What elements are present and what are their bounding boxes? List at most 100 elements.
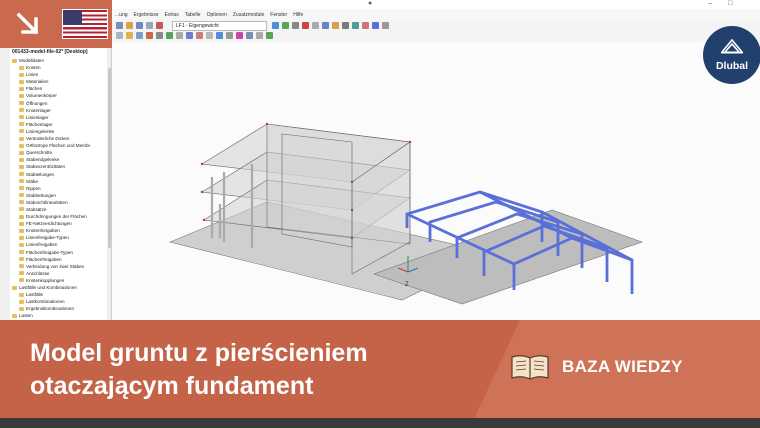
tree-item[interactable]: Stabexzentrizitäten xyxy=(10,163,111,170)
tree-item[interactable]: Knotenkopplungen xyxy=(10,277,111,284)
load-case-select[interactable]: LF1 - Eigengewicht xyxy=(172,21,267,31)
section-icon[interactable] xyxy=(302,22,309,29)
menu-item-results[interactable]: Ergebnisse xyxy=(134,12,159,18)
save-icon[interactable] xyxy=(136,22,143,29)
zoom-icon[interactable] xyxy=(312,22,319,29)
tree-item[interactable]: Flächenfreigaben xyxy=(10,256,111,263)
application-window: ● – □ ...ung Ergebnisse Extras Tabelle O… xyxy=(0,0,760,320)
model-3d-view: Z xyxy=(169,122,643,305)
knowledge-base-tag[interactable]: BAZA WIEDZY xyxy=(510,349,683,385)
tree-item[interactable]: Volumenkörper xyxy=(10,92,111,99)
menu-item-window[interactable]: Fenster xyxy=(270,12,287,18)
tree-item[interactable]: Stabsätze xyxy=(10,206,111,213)
maximize-button[interactable]: □ xyxy=(728,0,732,7)
member-icon[interactable] xyxy=(372,22,379,29)
print-icon[interactable] xyxy=(146,22,153,29)
tree-item[interactable]: Verbindung von zwei Stäben xyxy=(10,263,111,270)
tree-item[interactable]: Knotenfreigaben xyxy=(10,227,111,234)
toolbar-row-1b xyxy=(272,21,389,30)
tree-item[interactable]: Orthotrope Flächen und Membr. xyxy=(10,142,111,149)
tree-group[interactable]: Lastfälle und Kombinationen xyxy=(10,284,111,291)
tree-item[interactable]: Anschlüsse xyxy=(10,270,111,277)
snap-icon[interactable] xyxy=(166,32,173,39)
dimension-icon[interactable] xyxy=(226,32,233,39)
tree-item[interactable]: Öffnungen xyxy=(10,100,111,107)
tree-item[interactable]: Flächenlager xyxy=(10,121,111,128)
view-icon[interactable] xyxy=(292,22,299,29)
tree-item[interactable]: Rippen xyxy=(10,185,111,192)
node-icon[interactable] xyxy=(382,22,389,29)
model-viewport[interactable]: Z xyxy=(112,42,760,320)
tree-item[interactable]: Linienfreigabe-Typen xyxy=(10,234,111,241)
tree-item[interactable]: Knotenlager xyxy=(10,107,111,114)
wire-icon[interactable] xyxy=(246,32,253,39)
results-icon[interactable] xyxy=(282,22,289,29)
knowledge-base-label: BAZA WIEDZY xyxy=(562,357,683,376)
tree-item[interactable]: Linienfreigaben xyxy=(10,241,111,248)
move-icon[interactable] xyxy=(186,32,193,39)
tree-item[interactable]: Stabteilungen xyxy=(10,171,111,178)
open-icon[interactable] xyxy=(126,22,133,29)
tree-item[interactable]: Ergebniskombinationen xyxy=(10,305,111,312)
tree-item-label: Stabbettungen xyxy=(26,192,56,198)
surface-icon[interactable] xyxy=(136,32,143,39)
render-icon[interactable] xyxy=(342,22,349,29)
tree-item[interactable]: Linienlager xyxy=(10,114,111,121)
tree-item[interactable]: Stäbe xyxy=(10,178,111,185)
tree-item[interactable]: FE-Netzverdichtungen xyxy=(10,220,111,227)
filter-icon[interactable] xyxy=(332,22,339,29)
copy-icon[interactable] xyxy=(176,32,183,39)
tree-item[interactable]: Flächen xyxy=(10,85,111,92)
hide-icon[interactable] xyxy=(256,32,263,39)
tree-item[interactable]: Durchdringungen der Flächen xyxy=(10,213,111,220)
measure-icon[interactable] xyxy=(206,32,213,39)
us-flag-icon[interactable] xyxy=(62,9,108,39)
scrollbar-thumb[interactable] xyxy=(107,68,111,248)
tree-item[interactable]: Veränderliche Dicken xyxy=(10,135,111,142)
tree-group[interactable]: Modelldaten xyxy=(10,57,111,64)
calculate-icon[interactable] xyxy=(272,22,279,29)
tree-item[interactable]: Linien xyxy=(10,71,111,78)
menu-item-help[interactable]: Hilfe xyxy=(293,12,303,18)
dlubal-logo[interactable]: Dlubal xyxy=(703,26,760,84)
tree-item[interactable]: Flächenfreigabe-Typen xyxy=(10,249,111,256)
tree-item-label: Linienfreigaben xyxy=(26,242,58,248)
select-icon[interactable] xyxy=(116,32,123,39)
menu-item-options[interactable]: Optionen xyxy=(207,12,227,18)
tree-item[interactable]: Stabbettungen xyxy=(10,192,111,199)
load-icon[interactable] xyxy=(362,22,369,29)
menu-item-edit[interactable]: ...ung xyxy=(115,12,128,18)
delete-icon[interactable] xyxy=(196,32,203,39)
tree-item-label: Stabsätze xyxy=(26,206,47,212)
folder-icon xyxy=(19,179,24,184)
navigator-project-title: 001433-model-file-02* [Desktop] xyxy=(12,49,88,55)
axis-z-label: Z xyxy=(405,282,409,288)
tree-item[interactable]: Knoten xyxy=(10,64,111,71)
tree-item[interactable]: Querschnitte xyxy=(10,149,111,156)
menu-item-addons[interactable]: Zusatzmodule xyxy=(233,12,264,18)
iso-view-icon[interactable] xyxy=(352,22,359,29)
navigator-scrollbar[interactable] xyxy=(107,48,111,320)
support-icon[interactable] xyxy=(146,32,153,39)
new-icon[interactable] xyxy=(116,22,123,29)
color-icon[interactable] xyxy=(236,32,243,39)
folder-icon xyxy=(19,79,24,84)
tree-item[interactable]: Materialien xyxy=(10,78,111,85)
rotate-icon[interactable] xyxy=(322,22,329,29)
tree-item[interactable]: Stabendgelenke xyxy=(10,156,111,163)
flag-canton xyxy=(63,10,82,25)
tree-group[interactable]: Lasten xyxy=(10,312,111,319)
show-icon[interactable] xyxy=(266,32,273,39)
tree-item[interactable]: Lastkombinationen xyxy=(10,298,111,305)
undo-icon[interactable] xyxy=(156,22,163,29)
menu-item-tools[interactable]: Extras xyxy=(165,12,179,18)
grid-icon[interactable] xyxy=(156,32,163,39)
menu-item-table[interactable]: Tabelle xyxy=(185,12,201,18)
axes-icon[interactable] xyxy=(216,32,223,39)
tree-item[interactable]: Liniengelenke xyxy=(10,128,111,135)
line-icon[interactable] xyxy=(126,32,133,39)
tree-item[interactable]: Lastfälle xyxy=(10,291,111,298)
tree-item[interactable]: Stabnichtlinearitäten xyxy=(10,199,111,206)
minimize-button[interactable]: – xyxy=(708,0,712,7)
folder-icon xyxy=(19,122,24,127)
